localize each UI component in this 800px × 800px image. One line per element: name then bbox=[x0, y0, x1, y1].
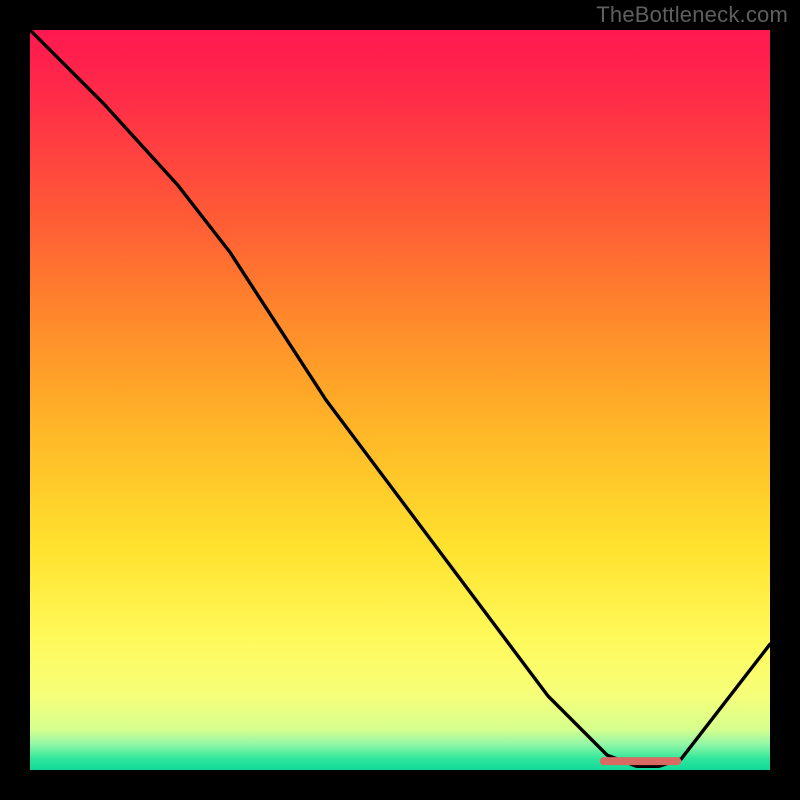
bottleneck-chart bbox=[30, 30, 770, 770]
chart-frame: TheBottleneck.com bbox=[0, 0, 800, 800]
attribution-text: TheBottleneck.com bbox=[596, 2, 788, 28]
gradient-bg bbox=[30, 30, 770, 770]
optimal-marker bbox=[600, 757, 681, 765]
